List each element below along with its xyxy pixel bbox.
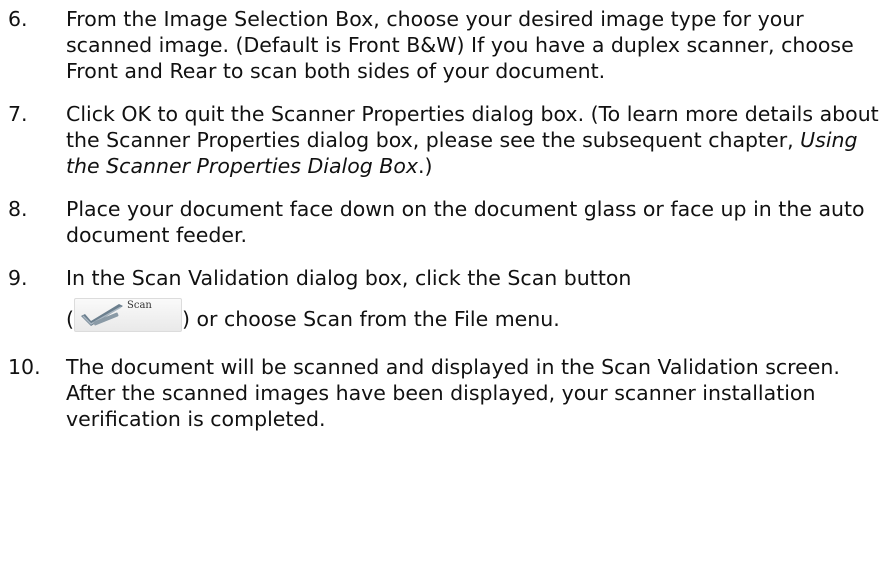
step-6: 6. From the Image Selection Box, choose … — [8, 6, 888, 84]
step-text: Click OK to quit the Scanner Properties … — [66, 102, 879, 178]
step-10: 10. The document will be scanned and dis… — [8, 354, 888, 432]
step-text-line1: In the Scan Validation dialog box, click… — [66, 266, 632, 290]
step-text: The document will be scanned and display… — [66, 355, 840, 431]
instruction-steps: 6. From the Image Selection Box, choose … — [8, 6, 888, 449]
step-text-after: .) — [418, 154, 433, 178]
step-number: 6. — [8, 7, 28, 31]
step-9: 9. In the Scan Validation dialog box, cl… — [8, 265, 888, 337]
step-number: 7. — [8, 102, 28, 126]
step-8: 8. Place your document face down on the … — [8, 196, 888, 248]
step-7: 7. Click OK to quit the Scanner Properti… — [8, 101, 888, 179]
paren-open: ( — [66, 307, 74, 331]
step-text-line2: ) or choose Scan from the File menu. — [182, 307, 560, 331]
step-text: Place your document face down on the doc… — [66, 197, 865, 247]
scan-button-label: Scan — [127, 300, 152, 311]
step-text: In the Scan Validation dialog box, click… — [66, 266, 888, 337]
scan-button-line: ( Scan ) or choose Scan from the File men… — [66, 298, 888, 337]
scanner-check-icon — [81, 304, 123, 326]
step-number: 8. — [8, 197, 28, 221]
step-number: 9. — [8, 266, 28, 290]
scan-button[interactable]: Scan — [74, 298, 182, 332]
step-number: 10. — [8, 355, 41, 379]
step-text-before: Click OK to quit the Scanner Properties … — [66, 102, 879, 152]
step-text: From the Image Selection Box, choose you… — [66, 7, 854, 83]
